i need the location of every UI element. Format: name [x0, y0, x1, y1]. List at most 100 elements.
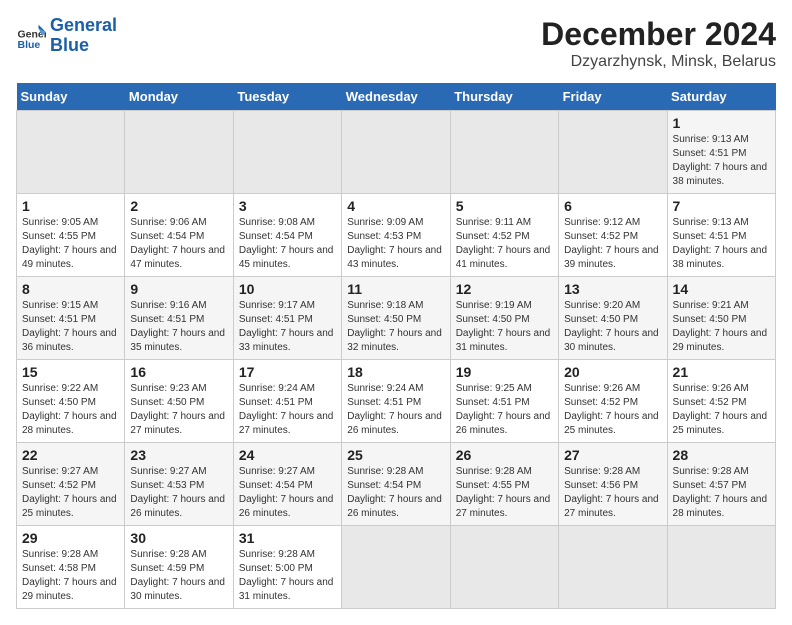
calendar-cell: 12Sunrise: 9:19 AMSunset: 4:50 PMDayligh… — [450, 277, 558, 360]
page-header: General Blue GeneralBlue December 2024 D… — [16, 16, 776, 71]
calendar-cell: 17 Sunrise: 9:24 AMSunset: 4:51 PMDayligh… — [233, 360, 341, 443]
day-detail: Sunrise: 9:15 AMSunset: 4:51 PMDaylight:… — [22, 299, 119, 355]
day-detail: Sunrise: 9:08 AMSunset: 4:54 PMDaylight:… — [239, 216, 336, 272]
day-number: 14 — [673, 281, 770, 297]
day-detail: Sunrise: 9:05 AMSunset: 4:55 PMDaylight:… — [22, 216, 119, 272]
day-number: 18 — [347, 364, 444, 380]
day-number: 8 — [22, 281, 119, 297]
page-subtitle: Dzyarzhynsk, Minsk, Belarus — [541, 53, 776, 71]
calendar-cell: 5Sunrise: 9:11 AMSunset: 4:52 PMDaylight… — [450, 194, 558, 277]
calendar-cell: 25Sunrise: 9:28 AMSunset: 4:54 PMDayligh… — [342, 443, 450, 526]
calendar-cell — [667, 526, 775, 609]
logo-icon: General Blue — [16, 21, 46, 51]
day-detail: Sunrise: 9:06 AMSunset: 4:54 PMDaylight:… — [130, 216, 227, 272]
day-detail: Sunrise: 9:28 AMSunset: 4:56 PMDaylight:… — [564, 465, 661, 521]
day-detail: Sunrise: 9:24 AMSunset: 4:51 PMDaylight:… — [347, 382, 444, 438]
calendar-cell — [450, 526, 558, 609]
day-number: 5 — [456, 198, 553, 214]
calendar-cell: 18 Sunrise: 9:24 AMSunset: 4:51 PMDayligh… — [342, 360, 450, 443]
day-detail: Sunrise: 9:26 AMSunset: 4:52 PMDaylight:… — [673, 382, 770, 438]
day-detail: Sunrise: 9:16 AMSunset: 4:51 PMDaylight:… — [130, 299, 227, 355]
day-detail: Sunrise: 9:28 AMSunset: 4:54 PMDaylight:… — [347, 465, 444, 521]
day-number: 3 — [239, 198, 336, 214]
day-number: 21 — [673, 364, 770, 380]
calendar-cell — [125, 111, 233, 194]
day-detail: Sunrise: 9:27 AMSunset: 4:53 PMDaylight:… — [130, 465, 227, 521]
day-number: 24 — [239, 447, 336, 463]
day-detail: Sunrise: 9:24 AMSunset: 4:51 PMDaylight:… — [239, 382, 336, 438]
day-number: 9 — [130, 281, 227, 297]
day-detail: Sunrise: 9:28 AMSunset: 5:00 PMDaylight:… — [239, 548, 336, 604]
calendar-week-6: 29Sunrise: 9:28 AMSunset: 4:58 PMDayligh… — [17, 526, 776, 609]
calendar-cell: 19Sunrise: 9:25 AMSunset: 4:51 PMDayligh… — [450, 360, 558, 443]
calendar-cell: 14 Sunrise: 9:21 AMSunset: 4:50 PMDayligh… — [667, 277, 775, 360]
day-number: 1 — [673, 115, 770, 131]
day-number: 27 — [564, 447, 661, 463]
day-detail: Sunrise: 9:28 AMSunset: 4:59 PMDaylight:… — [130, 548, 227, 604]
day-number: 23 — [130, 447, 227, 463]
calendar-cell: 22 Sunrise: 9:27 AMSunset: 4:52 PMDayligh… — [17, 443, 125, 526]
day-number: 11 — [347, 281, 444, 297]
calendar-cell: 23 Sunrise: 9:27 AMSunset: 4:53 PMDayligh… — [125, 443, 233, 526]
day-number: 6 — [564, 198, 661, 214]
day-detail: Sunrise: 9:23 AMSunset: 4:50 PMDaylight:… — [130, 382, 227, 438]
day-detail: Sunrise: 9:28 AMSunset: 4:58 PMDaylight:… — [22, 548, 119, 604]
day-detail: Sunrise: 9:27 AMSunset: 4:52 PMDaylight:… — [22, 465, 119, 521]
calendar-week-1: 1 Sunrise: 9:13 AMSunset: 4:51 PMDaylight… — [17, 111, 776, 194]
calendar-cell — [450, 111, 558, 194]
calendar-header-row: SundayMondayTuesdayWednesdayThursdayFrid… — [17, 83, 776, 111]
calendar-cell: 13 Sunrise: 9:20 AMSunset: 4:50 PMDayligh… — [559, 277, 667, 360]
calendar-week-4: 15Sunrise: 9:22 AMSunset: 4:50 PMDayligh… — [17, 360, 776, 443]
day-number: 31 — [239, 530, 336, 546]
day-number: 26 — [456, 447, 553, 463]
calendar-table: SundayMondayTuesdayWednesdayThursdayFrid… — [16, 83, 776, 609]
calendar-cell: 10 Sunrise: 9:17 AMSunset: 4:51 PMDayligh… — [233, 277, 341, 360]
day-detail: Sunrise: 9:13 AMSunset: 4:51 PMDaylight:… — [673, 216, 770, 272]
day-detail: Sunrise: 9:12 AMSunset: 4:52 PMDaylight:… — [564, 216, 661, 272]
calendar-cell: 30 Sunrise: 9:28 AMSunset: 4:59 PMDayligh… — [125, 526, 233, 609]
logo-text: GeneralBlue — [50, 16, 117, 56]
day-number: 17 — [239, 364, 336, 380]
day-detail: Sunrise: 9:17 AMSunset: 4:51 PMDaylight:… — [239, 299, 336, 355]
day-detail: Sunrise: 9:22 AMSunset: 4:50 PMDaylight:… — [22, 382, 119, 438]
logo: General Blue GeneralBlue — [16, 16, 117, 56]
col-header-wednesday: Wednesday — [342, 83, 450, 111]
day-number: 2 — [130, 198, 227, 214]
day-detail: Sunrise: 9:20 AMSunset: 4:50 PMDaylight:… — [564, 299, 661, 355]
day-detail: Sunrise: 9:19 AMSunset: 4:50 PMDaylight:… — [456, 299, 553, 355]
col-header-tuesday: Tuesday — [233, 83, 341, 111]
col-header-thursday: Thursday — [450, 83, 558, 111]
day-number: 28 — [673, 447, 770, 463]
day-detail: Sunrise: 9:18 AMSunset: 4:50 PMDaylight:… — [347, 299, 444, 355]
calendar-cell: 15Sunrise: 9:22 AMSunset: 4:50 PMDayligh… — [17, 360, 125, 443]
page-title: December 2024 — [541, 16, 776, 53]
calendar-week-2: 1 Sunrise: 9:05 AMSunset: 4:55 PMDaylight… — [17, 194, 776, 277]
col-header-sunday: Sunday — [17, 83, 125, 111]
day-number: 22 — [22, 447, 119, 463]
col-header-saturday: Saturday — [667, 83, 775, 111]
calendar-cell: 20Sunrise: 9:26 AMSunset: 4:52 PMDayligh… — [559, 360, 667, 443]
title-block: December 2024 Dzyarzhynsk, Minsk, Belaru… — [541, 16, 776, 71]
day-number: 10 — [239, 281, 336, 297]
col-header-friday: Friday — [559, 83, 667, 111]
day-detail: Sunrise: 9:13 AMSunset: 4:51 PMDaylight:… — [673, 133, 770, 189]
calendar-cell — [559, 111, 667, 194]
calendar-week-3: 8 Sunrise: 9:15 AMSunset: 4:51 PMDaylight… — [17, 277, 776, 360]
day-detail: Sunrise: 9:25 AMSunset: 4:51 PMDaylight:… — [456, 382, 553, 438]
calendar-cell: 11 Sunrise: 9:18 AMSunset: 4:50 PMDayligh… — [342, 277, 450, 360]
day-detail: Sunrise: 9:09 AMSunset: 4:53 PMDaylight:… — [347, 216, 444, 272]
day-number: 30 — [130, 530, 227, 546]
day-number: 1 — [22, 198, 119, 214]
calendar-week-5: 22 Sunrise: 9:27 AMSunset: 4:52 PMDayligh… — [17, 443, 776, 526]
calendar-cell: 8 Sunrise: 9:15 AMSunset: 4:51 PMDaylight… — [17, 277, 125, 360]
calendar-cell — [233, 111, 341, 194]
calendar-cell: 1 Sunrise: 9:13 AMSunset: 4:51 PMDaylight… — [667, 111, 775, 194]
calendar-cell: 16Sunrise: 9:23 AMSunset: 4:50 PMDayligh… — [125, 360, 233, 443]
day-detail: Sunrise: 9:28 AMSunset: 4:57 PMDaylight:… — [673, 465, 770, 521]
day-detail: Sunrise: 9:21 AMSunset: 4:50 PMDaylight:… — [673, 299, 770, 355]
calendar-cell: 24Sunrise: 9:27 AMSunset: 4:54 PMDayligh… — [233, 443, 341, 526]
day-number: 13 — [564, 281, 661, 297]
calendar-cell: 7Sunrise: 9:13 AMSunset: 4:51 PMDaylight… — [667, 194, 775, 277]
calendar-cell: 3 Sunrise: 9:08 AMSunset: 4:54 PMDaylight… — [233, 194, 341, 277]
calendar-cell — [17, 111, 125, 194]
